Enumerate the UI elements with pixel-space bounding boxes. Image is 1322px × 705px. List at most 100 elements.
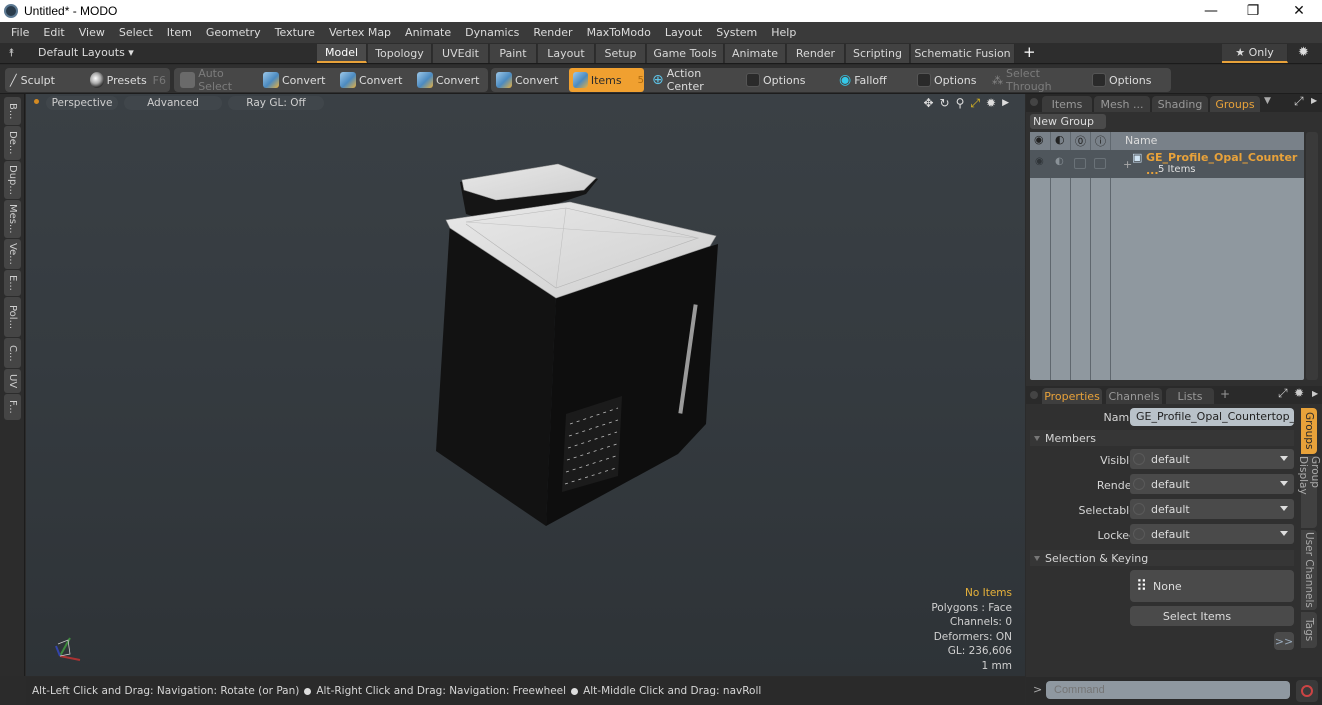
strip-tab-mesh[interactable]: Mes...: [4, 200, 21, 238]
group-name-field[interactable]: GE_Profile_Opal_Countertop_Nu: [1130, 408, 1294, 426]
members-section-header[interactable]: Members: [1030, 430, 1294, 446]
new-group-button[interactable]: New Group: [1030, 114, 1106, 129]
side-tab-tags[interactable]: Tags: [1301, 612, 1317, 648]
tab-model[interactable]: Model: [317, 44, 367, 63]
record-button[interactable]: [1296, 680, 1318, 702]
visibility-eye-icon[interactable]: ◉: [1034, 133, 1044, 146]
menu-texture[interactable]: Texture: [268, 26, 322, 39]
menu-maxtomodo[interactable]: MaxToModo: [580, 26, 658, 39]
selectable-dropdown[interactable]: default: [1130, 499, 1294, 519]
expand-plus-icon[interactable]: +: [1123, 158, 1132, 171]
default-layouts-dropdown[interactable]: Default Layouts ▾: [38, 46, 134, 59]
lock-icon[interactable]: ⓪: [1075, 133, 1086, 149]
group-row[interactable]: ◉ ◐ + ▣ GE_Profile_Opal_Counter ... 5 It…: [1030, 150, 1304, 178]
expand-panel-icon[interactable]: ⤢: [1278, 386, 1288, 401]
menu-file[interactable]: File: [4, 26, 36, 39]
row-render-icon[interactable]: ◐: [1055, 156, 1064, 167]
tab-mesh[interactable]: Mesh ...: [1094, 96, 1150, 112]
tab-game-tools[interactable]: Game Tools: [647, 44, 724, 63]
options-button-2[interactable]: Options: [913, 68, 989, 92]
select-items-button[interactable]: Select Items: [1130, 606, 1294, 626]
strip-tab-vertex[interactable]: Ve...: [4, 239, 21, 269]
panel-more-arrow-icon[interactable]: ▶: [1311, 96, 1317, 105]
menu-layout[interactable]: Layout: [658, 26, 709, 39]
menu-geometry[interactable]: Geometry: [199, 26, 268, 39]
strip-tab-edge[interactable]: E...: [4, 270, 21, 296]
strip-tab-uv[interactable]: UV: [4, 369, 21, 393]
minimize-button[interactable]: —: [1188, 0, 1234, 22]
selection-keying-section-header[interactable]: Selection & Keying: [1030, 550, 1294, 566]
locked-dropdown[interactable]: default: [1130, 524, 1294, 544]
row-visibility-icon[interactable]: ◉: [1035, 156, 1044, 167]
presets-button[interactable]: Presets F6: [86, 68, 166, 92]
selectable-icon[interactable]: ⓘ: [1095, 133, 1106, 149]
visible-dropdown[interactable]: default: [1130, 449, 1294, 469]
3d-viewport[interactable]: Perspective Advanced Ray GL: Off ✥ ↻ ⚲ ⤢…: [26, 94, 1025, 676]
panel-gear-icon[interactable]: ✹: [1294, 386, 1304, 400]
layout-collapse-icon[interactable]: ⯭: [8, 46, 15, 60]
tab-render[interactable]: Render: [787, 44, 845, 63]
name-column-header[interactable]: Name: [1125, 134, 1157, 147]
options-button-1[interactable]: Options: [742, 68, 832, 92]
menu-system[interactable]: System: [709, 26, 764, 39]
render-dropdown[interactable]: default: [1130, 474, 1294, 494]
convert-button-3[interactable]: Convert: [413, 68, 487, 92]
settings-gear-icon[interactable]: ✹: [1298, 45, 1309, 60]
row-select-toggle[interactable]: [1094, 158, 1106, 169]
strip-tab-duplicate[interactable]: Dup...: [4, 161, 21, 199]
tab-items[interactable]: Items: [1042, 96, 1092, 112]
selection-set-none-button[interactable]: ⠿ None: [1130, 570, 1294, 602]
panel-handle-icon[interactable]: [1030, 98, 1038, 106]
tab-topology[interactable]: Topology: [368, 44, 432, 63]
options-button-3[interactable]: Options: [1088, 68, 1168, 92]
strip-tab-deform[interactable]: De...: [4, 126, 21, 160]
row-lock-toggle[interactable]: [1074, 158, 1086, 169]
tab-layout[interactable]: Layout: [538, 44, 595, 63]
close-button[interactable]: ✕: [1276, 0, 1322, 22]
add-tab-button[interactable]: +: [1220, 387, 1230, 401]
menu-vertex-map[interactable]: Vertex Map: [322, 26, 398, 39]
tab-groups[interactable]: Groups: [1210, 96, 1260, 112]
panel-handle-icon[interactable]: [1030, 391, 1038, 399]
tab-uvedit[interactable]: UVEdit: [433, 44, 489, 63]
tab-schematic-fusion[interactable]: Schematic Fusion: [911, 44, 1015, 63]
menu-help[interactable]: Help: [764, 26, 803, 39]
sculpt-button[interactable]: ╱ Sculpt: [6, 68, 81, 92]
convert-button-4[interactable]: Convert: [492, 68, 567, 92]
tab-channels[interactable]: Channels: [1106, 388, 1162, 404]
menu-item[interactable]: Item: [160, 26, 199, 39]
tab-animate[interactable]: Animate: [725, 44, 786, 63]
tab-properties[interactable]: Properties: [1042, 388, 1102, 404]
render-icon[interactable]: ◐: [1055, 133, 1065, 146]
strip-tab-polygon[interactable]: Pol...: [4, 297, 21, 337]
action-center-button[interactable]: ⊕ Action Center: [648, 67, 740, 93]
side-tab-group-display[interactable]: Group Display: [1297, 456, 1321, 528]
tab-paint[interactable]: Paint: [490, 44, 537, 63]
groups-list[interactable]: ◉ ◐ ⓪ ⓘ Name ◉ ◐ + ▣ GE_Profile_Opal_Cou…: [1030, 132, 1304, 380]
panel-more-arrow-icon[interactable]: ▶: [1312, 389, 1318, 398]
side-tab-groups[interactable]: Groups: [1301, 408, 1317, 454]
menu-select[interactable]: Select: [112, 26, 160, 39]
groups-scrollbar[interactable]: [1306, 132, 1318, 380]
menu-animate[interactable]: Animate: [398, 26, 458, 39]
convert-button-2[interactable]: Convert: [336, 68, 412, 92]
add-layout-button[interactable]: +: [1023, 43, 1036, 61]
expand-panel-icon[interactable]: ⤢: [1294, 94, 1304, 109]
strip-tab-basic[interactable]: B...: [4, 97, 21, 125]
menu-edit[interactable]: Edit: [36, 26, 71, 39]
items-mode-button[interactable]: Items 5: [569, 68, 644, 92]
tabs-dropdown-icon[interactable]: ▼: [1264, 96, 1271, 106]
convert-button-1[interactable]: Convert: [259, 68, 335, 92]
strip-tab-curve[interactable]: C...: [4, 338, 21, 368]
only-toggle[interactable]: ★ Only: [1222, 44, 1288, 63]
more-button[interactable]: >>: [1274, 632, 1294, 650]
tab-setup[interactable]: Setup: [596, 44, 646, 63]
strip-tab-fusion[interactable]: F...: [4, 394, 21, 420]
tab-shading[interactable]: Shading: [1152, 96, 1208, 112]
menu-render[interactable]: Render: [526, 26, 579, 39]
falloff-button[interactable]: ◉ Falloff: [835, 68, 913, 92]
auto-select-button[interactable]: Auto Select: [176, 67, 258, 93]
select-through-button[interactable]: ⁂ Select Through: [988, 67, 1088, 93]
menu-view[interactable]: View: [72, 26, 112, 39]
command-input[interactable]: [1046, 681, 1290, 699]
